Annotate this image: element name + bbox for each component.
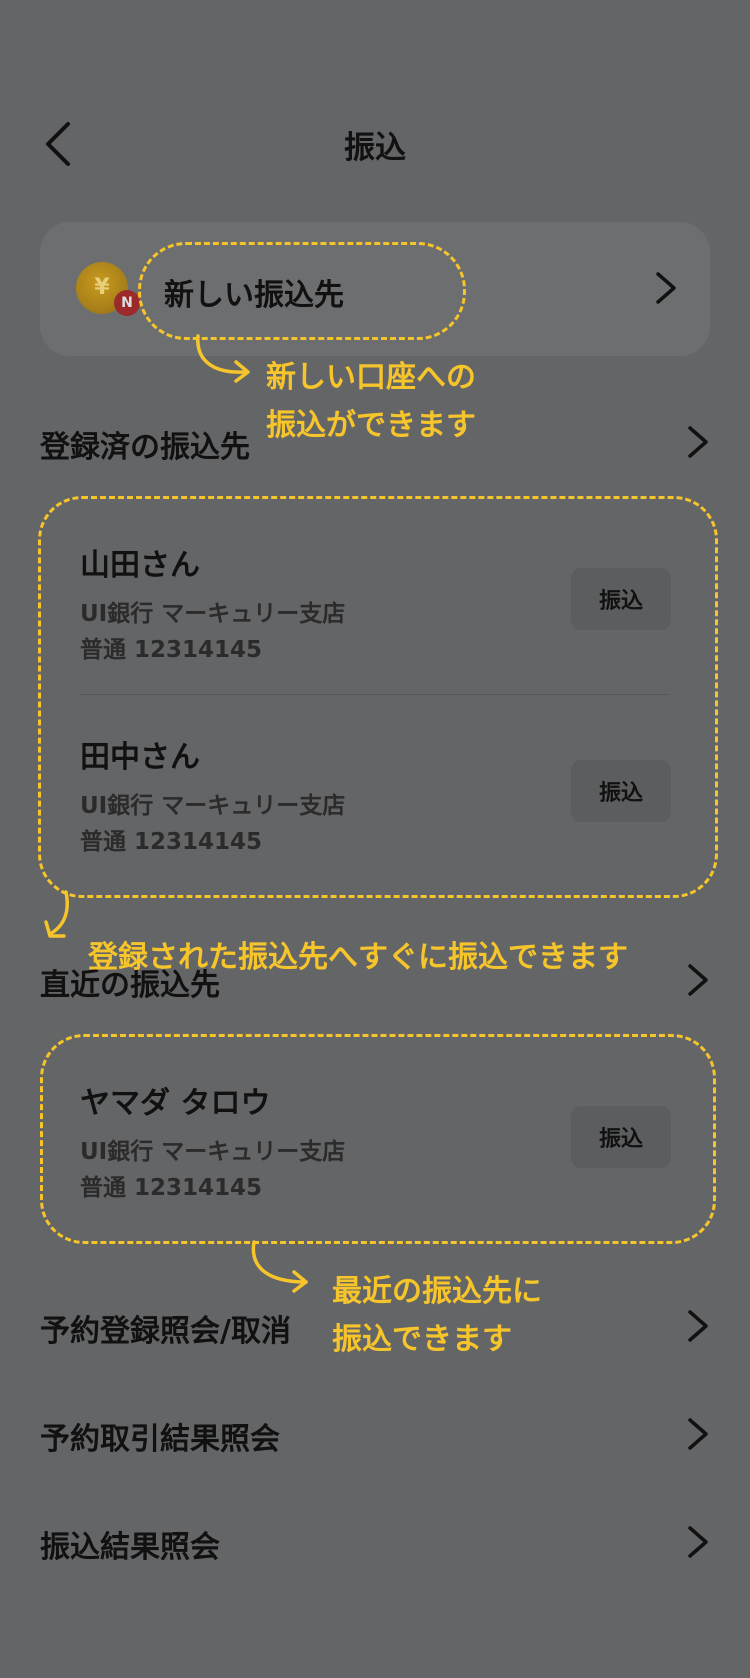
curved-arrow-icon xyxy=(44,890,69,938)
curved-arrow-icon xyxy=(251,1240,308,1293)
curved-arrow-icon xyxy=(196,334,250,383)
transfer-results-link[interactable]: 振込結果照会 xyxy=(40,1522,220,1566)
annotation-highlight xyxy=(138,242,466,340)
annotation-text: 新しい口座への xyxy=(266,360,476,395)
chevron-right-icon xyxy=(688,426,708,458)
reservation-results-link[interactable]: 予約取引結果照会 xyxy=(40,1414,280,1458)
annotation-highlight xyxy=(38,496,718,898)
chevron-right-icon xyxy=(688,1526,708,1558)
chevron-right-icon xyxy=(688,1418,708,1450)
reservations-link[interactable]: 予約登録照会/取消 xyxy=(40,1306,291,1350)
annotation-text: 登録された振込先へすぐに振込できます xyxy=(88,940,628,975)
annotation-text: 最近の振込先に xyxy=(332,1274,542,1309)
new-badge: N xyxy=(114,290,140,316)
annotation-text: 振込ができます xyxy=(266,408,476,443)
annotation-highlight xyxy=(40,1034,716,1244)
chevron-right-icon xyxy=(688,964,708,996)
annotation-text: 振込できます xyxy=(332,1322,512,1357)
chevron-right-icon xyxy=(688,1310,708,1342)
page-title: 振込 xyxy=(344,130,406,166)
chevron-right-icon xyxy=(656,272,676,304)
registered-payees-link[interactable]: 登録済の振込先 xyxy=(40,422,250,466)
